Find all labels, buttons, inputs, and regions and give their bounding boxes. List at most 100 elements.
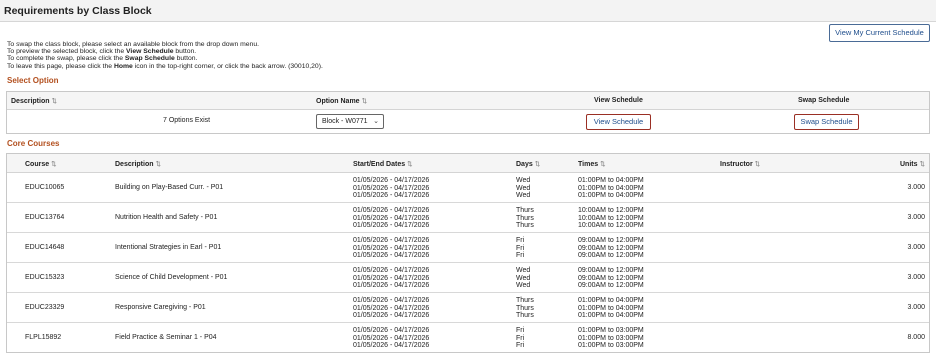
day: Wed: [516, 177, 531, 184]
col-description-header[interactable]: Description ⇅: [11, 97, 57, 105]
date-range: 01/05/2026 - 04/17/2026: [353, 282, 430, 290]
instruction-bold: Swap Schedule: [124, 55, 175, 63]
col-times-header[interactable]: Times ⇅: [578, 160, 606, 168]
day: Thurs: [516, 222, 534, 230]
course-description: Field Practice & Seminar 1 - P04: [115, 334, 217, 341]
course-description: Building on Play-Based Curr. - P01: [115, 184, 224, 191]
sort-arrows-icon[interactable]: ⇅: [535, 161, 540, 168]
course-days: Wed Wed Wed: [516, 177, 530, 200]
header-label: Description: [11, 98, 50, 105]
col-instructor-header[interactable]: Instructor ⇅: [720, 160, 760, 168]
day: Wed: [516, 282, 531, 290]
instruction-line-4: To leave this page, please click the Hom…: [7, 63, 323, 70]
instruction-text: To complete the swap, please click the: [7, 55, 125, 63]
col-days-header[interactable]: Days ⇅: [516, 160, 540, 168]
sort-arrows-icon[interactable]: ⇅: [362, 98, 367, 105]
col-course-header[interactable]: Course ⇅: [25, 160, 57, 168]
header-label: Units: [900, 161, 918, 168]
course-times: 10:00AM to 12:00PM 10:00AM to 12:00PM 10:0…: [578, 207, 644, 230]
page-title: Requirements by Class Block: [4, 5, 152, 17]
time-range: 01:00PM to 04:00PM: [578, 192, 644, 200]
header-label: Days: [516, 161, 533, 168]
day: Fri: [516, 252, 525, 260]
day: Wed: [516, 184, 531, 192]
time-range: 09:00AM to 12:00PM: [578, 244, 644, 252]
time-range: 10:00AM to 12:00PM: [578, 214, 644, 222]
day: Fri: [516, 327, 525, 334]
table-row: FLPL15892 Field Practice & Seminar 1 - P…: [7, 323, 929, 353]
time-range: 09:00AM to 12:00PM: [578, 252, 644, 260]
date-range: 01/05/2026 - 04/17/2026: [353, 342, 430, 350]
time-range: 09:00AM to 12:00PM: [578, 282, 644, 290]
sort-arrows-icon[interactable]: ⇅: [51, 161, 56, 168]
header-label: Instructor: [720, 161, 753, 168]
col-option-name-header[interactable]: Option Name ⇅: [316, 97, 367, 105]
selected-option-value: Block - W0771: [322, 118, 368, 125]
course-units: 3.000: [907, 274, 925, 281]
day: Wed: [516, 274, 531, 282]
sort-arrows-icon[interactable]: ⇅: [156, 161, 161, 168]
time-range: 01:00PM to 04:00PM: [578, 304, 644, 312]
course-code: EDUC23329: [25, 304, 65, 311]
select-option-title: Select Option: [7, 76, 59, 85]
sort-arrows-icon[interactable]: ⇅: [920, 161, 925, 168]
course-description: Responsive Caregiving - P01: [115, 304, 206, 311]
course-description: Nutrition Health and Safety - P01: [115, 214, 218, 221]
instruction-bold: Home: [113, 62, 133, 70]
chevron-down-icon: ⌄: [373, 118, 379, 125]
table-row: EDUC10065 Building on Play-Based Curr. -…: [7, 173, 929, 203]
date-range: 01/05/2026 - 04/17/2026: [353, 252, 430, 260]
core-courses-header: Course ⇅ Description ⇅ Start/End Dates ⇅ Da…: [7, 154, 929, 173]
date-range: 01/05/2026 - 04/17/2026: [353, 274, 430, 282]
col-description-header[interactable]: Description ⇅: [115, 160, 161, 168]
course-code: FLPL15892: [25, 334, 62, 341]
view-my-current-schedule-button[interactable]: View My Current Schedule: [829, 24, 930, 42]
time-range: 09:00AM to 12:00PM: [578, 267, 644, 274]
time-range: 01:00PM to 03:00PM: [578, 342, 644, 350]
header-label: Start/End Dates: [353, 161, 406, 168]
instruction-line-3: To complete the swap, please click the S…: [7, 55, 323, 62]
day: Wed: [516, 267, 531, 274]
swap-schedule-button[interactable]: Swap Schedule: [794, 114, 859, 130]
core-courses-grid: Course ⇅ Description ⇅ Start/End Dates ⇅ Da…: [6, 153, 930, 353]
sort-arrows-icon[interactable]: ⇅: [52, 98, 57, 105]
instruction-text: To leave this page, please click the: [7, 62, 114, 70]
block-option-select[interactable]: Block - W0771 ⌄: [316, 114, 384, 129]
course-dates: 01/05/2026 - 04/17/2026 01/05/2026 - 04/1…: [353, 207, 429, 230]
date-range: 01/05/2026 - 04/17/2026: [353, 244, 430, 252]
course-units: 8.000: [907, 334, 925, 341]
sort-arrows-icon[interactable]: ⇅: [407, 161, 412, 168]
header-label: Option Name: [316, 98, 360, 105]
course-units: 3.000: [907, 184, 925, 191]
col-dates-header[interactable]: Start/End Dates ⇅: [353, 160, 413, 168]
instruction-text: button.: [174, 55, 198, 63]
header-label: Course: [25, 161, 50, 168]
course-units: 3.000: [907, 304, 925, 311]
course-days: Thurs Thurs Thurs: [516, 207, 534, 230]
instruction-text: To preview the selected block, click the: [7, 48, 127, 56]
instruction-line-1: To swap the class block, please select a…: [7, 41, 259, 48]
time-range: 10:00AM to 12:00PM: [578, 222, 644, 230]
course-dates: 01/05/2026 - 04/17/2026 01/05/2026 - 04/1…: [353, 297, 429, 320]
course-times: 01:00PM to 04:00PM 01:00PM to 04:00PM 01:0…: [578, 177, 644, 200]
date-range: 01/05/2026 - 04/17/2026: [353, 207, 430, 214]
table-row: EDUC14648 Intentional Strategies in Earl…: [7, 233, 929, 263]
view-schedule-button[interactable]: View Schedule: [586, 114, 651, 130]
table-row: EDUC23329 Responsive Caregiving - P01 01…: [7, 293, 929, 323]
date-range: 01/05/2026 - 04/17/2026: [353, 177, 430, 184]
instruction-text: icon in the top-right corner, or click t…: [132, 62, 323, 70]
date-range: 01/05/2026 - 04/17/2026: [353, 222, 430, 230]
col-swap-schedule-header: Swap Schedule: [798, 97, 850, 104]
course-units: 3.000: [907, 244, 925, 251]
course-times: 01:00PM to 04:00PM 01:00PM to 04:00PM 01:0…: [578, 297, 644, 320]
time-range: 01:00PM to 04:00PM: [578, 312, 644, 320]
course-units: 3.000: [907, 214, 925, 221]
course-dates: 01/05/2026 - 04/17/2026 01/05/2026 - 04/1…: [353, 177, 429, 200]
col-units-header[interactable]: Units ⇅: [900, 160, 925, 168]
sort-arrows-icon[interactable]: ⇅: [600, 161, 605, 168]
instruction-line-2: To preview the selected block, click the…: [7, 48, 323, 55]
sort-arrows-icon[interactable]: ⇅: [755, 161, 760, 168]
course-description: Intentional Strategies in Earl - P01: [115, 244, 222, 251]
time-range: 01:00PM to 03:00PM: [578, 327, 644, 334]
day: Fri: [516, 244, 525, 252]
